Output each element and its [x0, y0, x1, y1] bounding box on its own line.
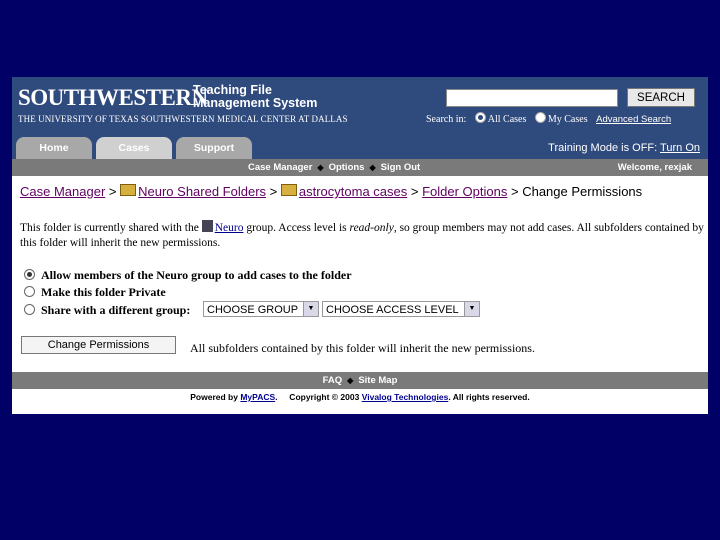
- breadcrumb-separator: >: [269, 184, 278, 199]
- southwestern-logo[interactable]: SOUTHWESTERN: [18, 85, 208, 111]
- search-scope: Search in: All Cases My Cases Advanced S…: [426, 112, 671, 125]
- breadcrumb-folder-options[interactable]: Folder Options: [422, 184, 507, 199]
- tab-home[interactable]: Home: [16, 137, 92, 159]
- breadcrumb-current: Change Permissions: [522, 184, 643, 199]
- search-input[interactable]: [446, 89, 618, 107]
- option-share-group[interactable]: Share with a different group:: [24, 303, 190, 318]
- powered-prefix: Powered by: [190, 392, 238, 402]
- sharing-info: This folder is currently shared with the…: [20, 220, 708, 251]
- option-allow-add[interactable]: Allow members of the Neuro group to add …: [24, 268, 352, 283]
- my-cases-label[interactable]: My Cases: [548, 114, 588, 125]
- turn-on-link[interactable]: Turn On: [660, 142, 700, 154]
- chevron-down-icon[interactable]: ▼: [464, 302, 479, 316]
- diamond-icon: ◆: [317, 163, 324, 172]
- tab-bar: Home Cases Support Training Mode is OFF:…: [12, 133, 708, 159]
- training-mode-status: Training Mode is OFF:: [548, 142, 658, 154]
- search-button[interactable]: SEARCH: [627, 88, 695, 107]
- footer-nav: FAQ ◆ Site Map: [12, 372, 708, 389]
- option-radio[interactable]: [24, 286, 35, 297]
- my-cases-radio[interactable]: [534, 112, 546, 123]
- browser-page: SOUTHWESTERN Teaching File Management Sy…: [12, 77, 708, 414]
- rights-text: . All rights reserved.: [448, 392, 530, 402]
- welcome-user: Welcome, rexjak: [617, 162, 692, 173]
- advanced-search-link[interactable]: Advanced Search: [596, 114, 671, 125]
- option-label: Make this folder Private: [41, 285, 166, 299]
- tab-support[interactable]: Support: [176, 137, 252, 159]
- site-header: SOUTHWESTERN Teaching File Management Sy…: [12, 77, 708, 133]
- app-title-line2: Management System: [193, 96, 318, 110]
- change-permissions-button[interactable]: Change Permissions: [21, 336, 176, 354]
- breadcrumb-astrocytoma-cases[interactable]: astrocytoma cases: [299, 184, 407, 199]
- chevron-down-icon[interactable]: ▼: [303, 302, 318, 316]
- sub-navigation: Case Manager ◆ Options ◆ Sign Out Welcome, r…: [12, 159, 708, 176]
- access-select-value: CHOOSE ACCESS LEVEL: [326, 304, 459, 316]
- all-cases-radio[interactable]: [474, 112, 486, 123]
- option-radio[interactable]: [24, 304, 35, 315]
- diamond-icon: ◆: [369, 163, 376, 172]
- breadcrumb-separator: >: [108, 184, 117, 199]
- powered-by: Powered by MyPACS. Copyright © 2003 Viva…: [12, 392, 708, 402]
- folder-icon: [120, 184, 137, 196]
- app-title: Teaching File Management System: [193, 84, 317, 110]
- training-mode: Training Mode is OFF: Turn On: [548, 142, 700, 154]
- folder-icon: [280, 184, 297, 196]
- breadcrumb: Case Manager > Neuro Shared Folders > as…: [20, 184, 642, 199]
- info-text-1: This folder is currently shared with the: [20, 222, 199, 234]
- option-private[interactable]: Make this folder Private: [24, 285, 166, 300]
- all-cases-label[interactable]: All Cases: [488, 114, 527, 125]
- breadcrumb-case-manager[interactable]: Case Manager: [20, 184, 105, 199]
- breadcrumb-separator: >: [510, 184, 519, 199]
- group-icon: [201, 220, 213, 232]
- site-map-link[interactable]: Site Map: [358, 375, 397, 386]
- option-label: Allow members of the Neuro group to add …: [41, 268, 352, 282]
- group-link[interactable]: Neuro: [215, 222, 244, 234]
- nav-sign-out[interactable]: Sign Out: [381, 162, 421, 173]
- copyright-text: . Copyright © 2003: [275, 392, 360, 402]
- search-in-label: Search in:: [426, 114, 467, 125]
- inherit-note: All subfolders contained by this folder …: [190, 341, 535, 355]
- option-label: Share with a different group:: [41, 303, 191, 317]
- mypacs-link[interactable]: MyPACS: [240, 392, 275, 402]
- nav-options[interactable]: Options: [329, 162, 365, 173]
- option-radio[interactable]: [24, 269, 35, 280]
- faq-link[interactable]: FAQ: [323, 375, 343, 386]
- breadcrumb-separator: >: [410, 184, 419, 199]
- tab-cases[interactable]: Cases: [96, 137, 172, 159]
- group-select-value: CHOOSE GROUP: [207, 304, 299, 316]
- vivalog-link[interactable]: Vivalog Technologies: [362, 392, 449, 402]
- breadcrumb-neuro-shared-folders[interactable]: Neuro Shared Folders: [138, 184, 266, 199]
- access-level: read-only: [349, 222, 394, 234]
- access-level-select[interactable]: CHOOSE ACCESS LEVEL ▼: [322, 301, 480, 317]
- institution-name: THE UNIVERSITY OF TEXAS SOUTHWESTERN MED…: [18, 114, 348, 124]
- group-select[interactable]: CHOOSE GROUP ▼: [203, 301, 319, 317]
- info-text-2: group. Access level is: [246, 222, 347, 234]
- diamond-icon: ◆: [347, 376, 354, 385]
- nav-case-manager[interactable]: Case Manager: [248, 162, 312, 173]
